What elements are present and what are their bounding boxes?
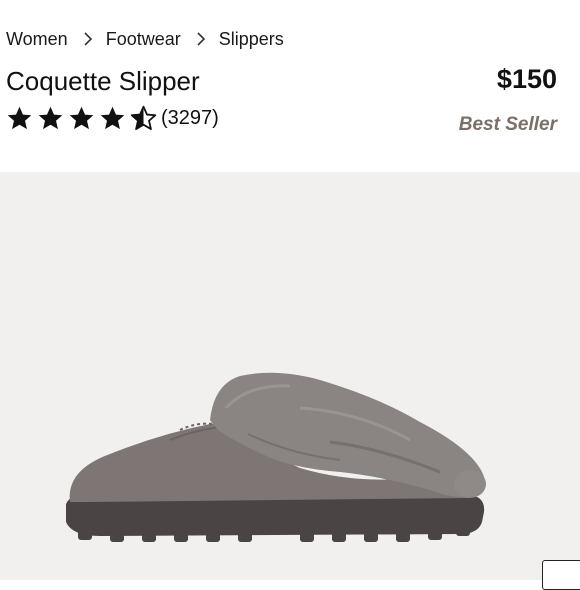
breadcrumb-footwear[interactable]: Footwear xyxy=(106,29,181,50)
breadcrumb-slippers[interactable]: Slippers xyxy=(219,29,284,50)
chevron-right-icon xyxy=(195,32,207,46)
best-seller-badge: Best Seller xyxy=(458,114,557,135)
chevron-right-icon xyxy=(82,32,94,46)
breadcrumb: Women Footwear Slippers xyxy=(6,26,284,52)
breadcrumb-women[interactable]: Women xyxy=(6,29,68,50)
star-filled-icon xyxy=(6,105,33,132)
star-filled-icon xyxy=(68,105,95,132)
selection-checkbox[interactable] xyxy=(542,560,580,590)
product-image[interactable] xyxy=(0,172,580,580)
slipper-illustration xyxy=(66,372,486,542)
product-rating[interactable]: (3297) xyxy=(6,104,219,132)
product-price: $150 xyxy=(496,64,557,94)
review-count[interactable]: (3297) xyxy=(161,107,219,130)
star-filled-icon xyxy=(37,105,64,132)
star-half-icon xyxy=(130,105,157,132)
star-filled-icon xyxy=(99,105,126,132)
product-title: Coquette Slipper xyxy=(6,66,200,96)
